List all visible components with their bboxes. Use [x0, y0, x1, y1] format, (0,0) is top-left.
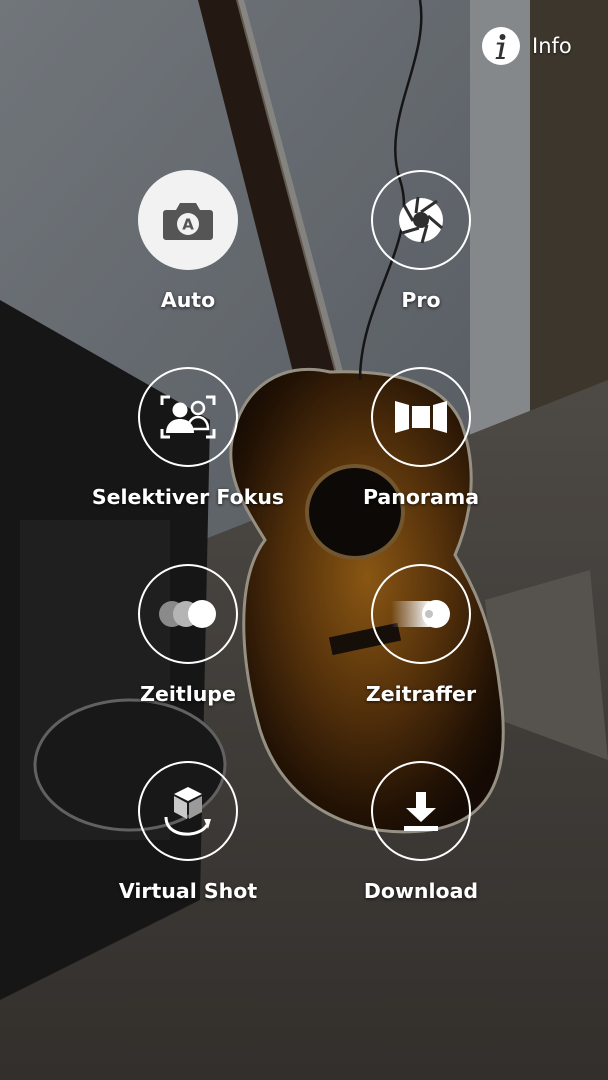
svg-text:A: A — [182, 216, 194, 234]
mode-download-label: Download — [363, 879, 479, 903]
mode-selective-focus[interactable]: Selektiver Fokus — [78, 367, 298, 509]
camera-mode-screen: Info A Auto Pro Selektiver Fokus Panoram… — [0, 0, 608, 1080]
camera-auto-icon: A — [163, 203, 213, 240]
mode-pro-label: Pro — [401, 288, 441, 312]
download-icon — [404, 792, 438, 831]
selective-focus-icon — [160, 395, 216, 439]
mode-panorama[interactable]: Panorama — [311, 367, 531, 509]
mode-hyperlapse-circle — [371, 564, 471, 664]
mode-virtual-shot[interactable]: Virtual Shot — [78, 761, 298, 903]
mode-auto-circle: A — [138, 170, 238, 270]
overlay-scrim — [0, 0, 608, 1080]
panorama-icon — [395, 401, 447, 433]
mode-selective-focus-circle — [138, 367, 238, 467]
mode-pro[interactable]: Pro — [311, 170, 531, 312]
mode-download-circle — [371, 761, 471, 861]
mode-virtual-shot-circle — [138, 761, 238, 861]
mode-pro-circle — [371, 170, 471, 270]
info-icon — [482, 27, 520, 65]
mode-auto-label: Auto — [160, 288, 216, 312]
mode-download[interactable]: Download — [311, 761, 531, 903]
slow-motion-icon — [159, 600, 216, 628]
info-label: Info — [532, 34, 572, 58]
mode-hyperlapse[interactable]: Zeitraffer — [311, 564, 531, 706]
mode-auto[interactable]: A Auto — [78, 170, 298, 312]
info-button[interactable]: Info — [482, 26, 572, 66]
mode-panorama-circle — [371, 367, 471, 467]
hyperlapse-icon — [391, 600, 450, 628]
aperture-icon — [399, 196, 443, 244]
mode-selective-focus-label: Selektiver Fokus — [91, 485, 285, 509]
mode-slow-motion[interactable]: Zeitlupe — [78, 564, 298, 706]
mode-hyperlapse-label: Zeitraffer — [365, 682, 477, 706]
mode-slow-motion-circle — [138, 564, 238, 664]
virtual-shot-icon — [164, 787, 211, 836]
mode-slow-motion-label: Zeitlupe — [140, 682, 236, 706]
mode-virtual-shot-label: Virtual Shot — [118, 879, 258, 903]
mode-panorama-label: Panorama — [362, 485, 480, 509]
